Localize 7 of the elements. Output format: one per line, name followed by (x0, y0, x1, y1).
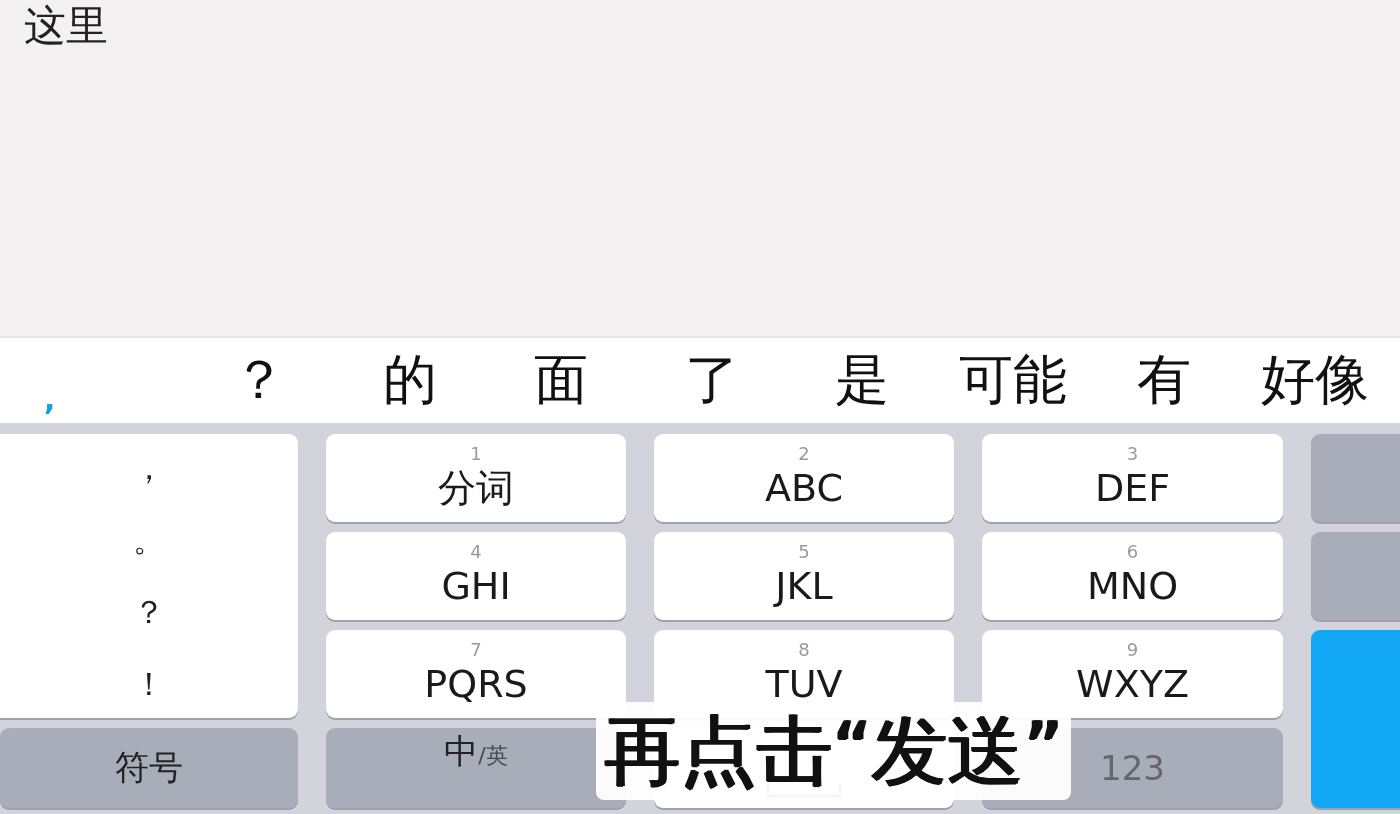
composition-text: , (44, 382, 57, 417)
punctuation-mark: ？ (133, 592, 165, 633)
punctuation-mark: 。 (133, 520, 165, 561)
input-text: 这里 (24, 0, 108, 52)
punctuation-mark: ， (133, 448, 165, 489)
punctuation-mark: ！ (133, 664, 165, 705)
subtitle-toast: 再点击“发送” (596, 702, 1071, 800)
